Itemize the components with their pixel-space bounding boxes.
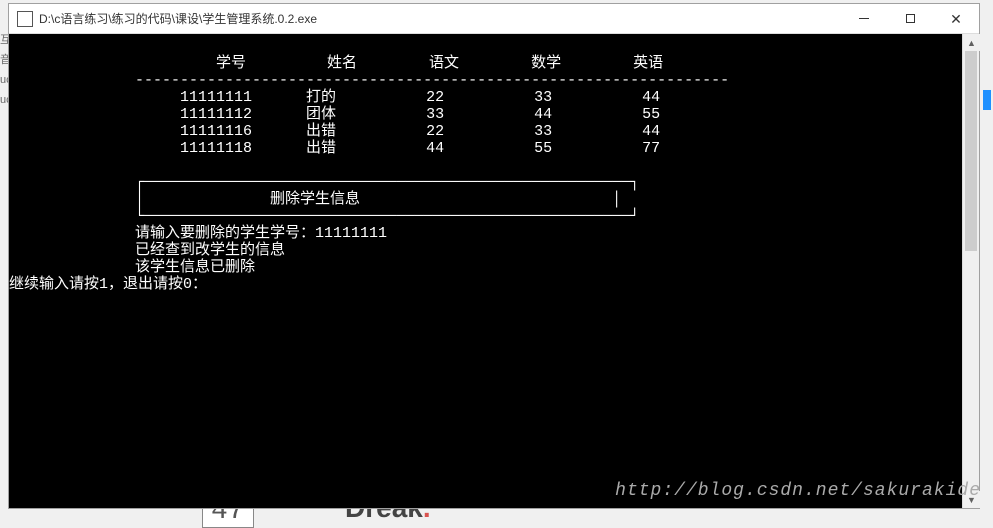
console-output[interactable]: 学号 姓名 语文 数学 英语 -------------------------… xyxy=(9,34,962,508)
minimize-button[interactable] xyxy=(841,4,887,34)
window-title: D:\c语言练习\练习的代码\课设\学生管理系统.0.2.exe xyxy=(39,10,841,27)
scroll-thumb[interactable] xyxy=(965,51,977,251)
close-icon: ✕ xyxy=(950,12,962,26)
console-body: 学号 姓名 语文 数学 英语 -------------------------… xyxy=(9,34,979,508)
scroll-down-button[interactable]: ▼ xyxy=(963,491,980,508)
app-icon xyxy=(17,11,33,27)
vertical-scrollbar[interactable]: ▲ ▼ xyxy=(962,34,979,508)
console-window: D:\c语言练习\练习的代码\课设\学生管理系统.0.2.exe ✕ 学号 姓名… xyxy=(8,3,980,509)
window-controls: ✕ xyxy=(841,4,979,34)
maximize-button[interactable] xyxy=(887,4,933,34)
scroll-up-button[interactable]: ▲ xyxy=(963,34,980,51)
minimize-icon xyxy=(859,18,869,19)
maximize-icon xyxy=(906,14,915,23)
bg-blue-fragment xyxy=(983,90,991,110)
close-button[interactable]: ✕ xyxy=(933,4,979,34)
titlebar[interactable]: D:\c语言练习\练习的代码\课设\学生管理系统.0.2.exe ✕ xyxy=(9,4,979,34)
